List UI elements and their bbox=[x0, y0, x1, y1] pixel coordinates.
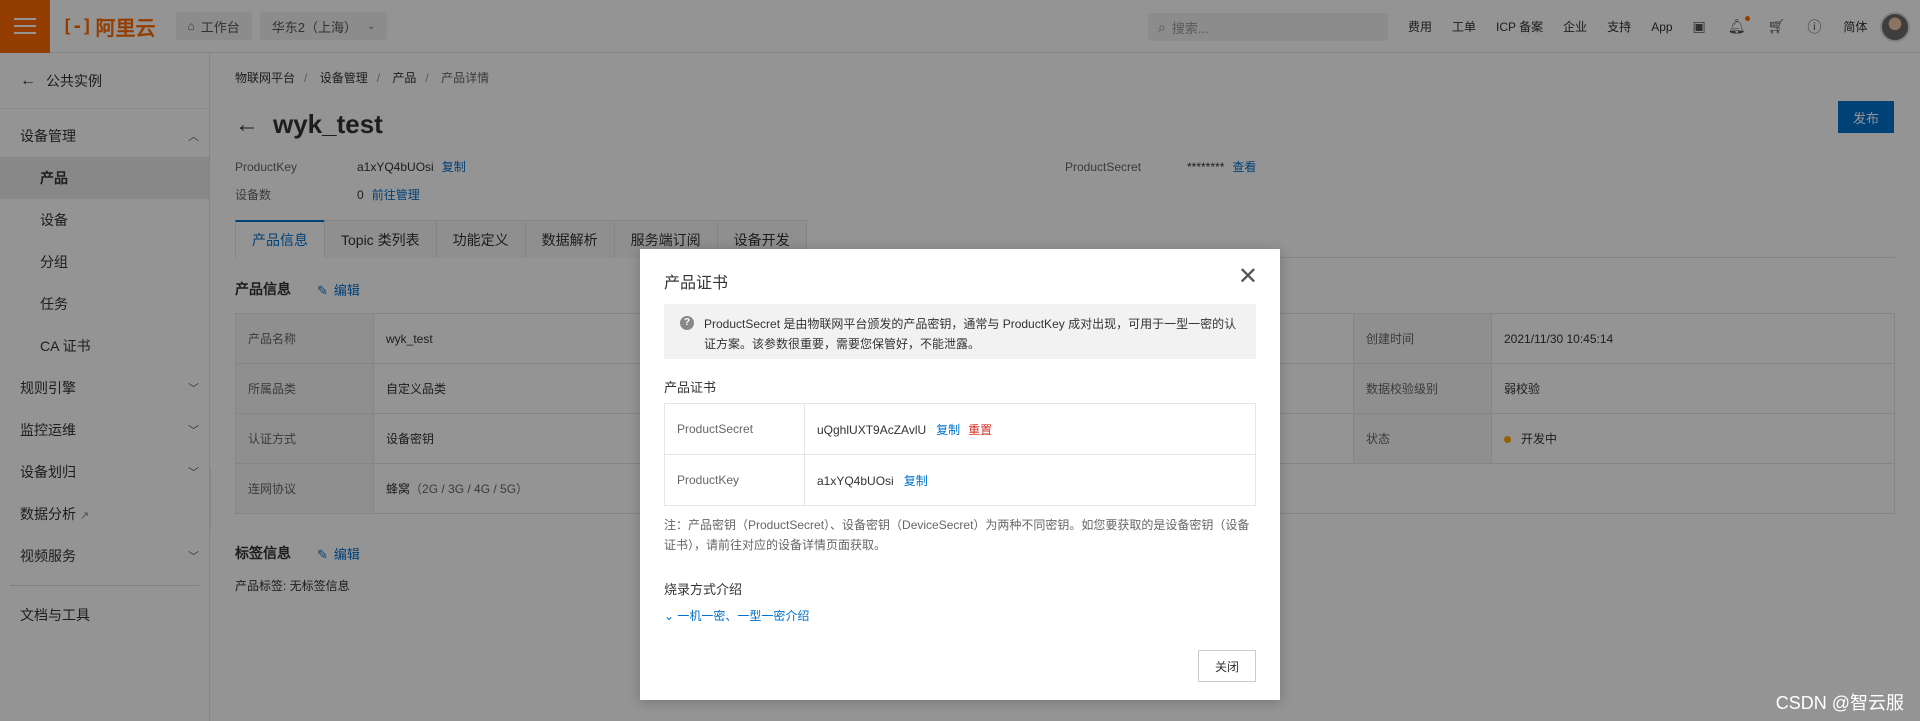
dialog-notice: ? ProductSecret 是由物联网平台颁发的产品密钥，通常与 Produ… bbox=[664, 304, 1256, 359]
copy-key-link[interactable]: 复制 bbox=[904, 474, 928, 488]
close-button[interactable]: 关闭 bbox=[1198, 650, 1256, 682]
question-icon: ? bbox=[680, 316, 694, 330]
close-icon[interactable]: ✕ bbox=[1238, 265, 1258, 289]
dialog-title: 产品证书 bbox=[664, 275, 729, 292]
reset-secret-link[interactable]: 重置 bbox=[968, 423, 992, 437]
burn-section-title: 烧录方式介绍 bbox=[664, 582, 743, 597]
table-row: ProductKey a1xYQ4bUOsi 复制 bbox=[664, 454, 1256, 506]
cert-table: ProductSecret uQghlUXT9AcZAvlU 复制 重置 Produ… bbox=[664, 403, 1256, 506]
copy-secret-link[interactable]: 复制 bbox=[936, 423, 960, 437]
chevron-down-icon: ⌄ bbox=[664, 609, 675, 623]
cert-section-title: 产品证书 bbox=[664, 380, 717, 395]
watermark: CSDN @智云服 bbox=[1775, 693, 1904, 713]
table-row: ProductSecret uQghlUXT9AcZAvlU 复制 重置 bbox=[664, 403, 1256, 455]
product-cert-dialog: 产品证书 ✕ ? ProductSecret 是由物联网平台颁发的产品密钥，通常… bbox=[640, 249, 1280, 700]
expand-intro-link[interactable]: ⌄ 一机一密、一型一密介绍 bbox=[664, 607, 809, 624]
dialog-note: 注：产品密钥（ProductSecret）、设备密钥（DeviceSecret）… bbox=[664, 518, 1250, 552]
